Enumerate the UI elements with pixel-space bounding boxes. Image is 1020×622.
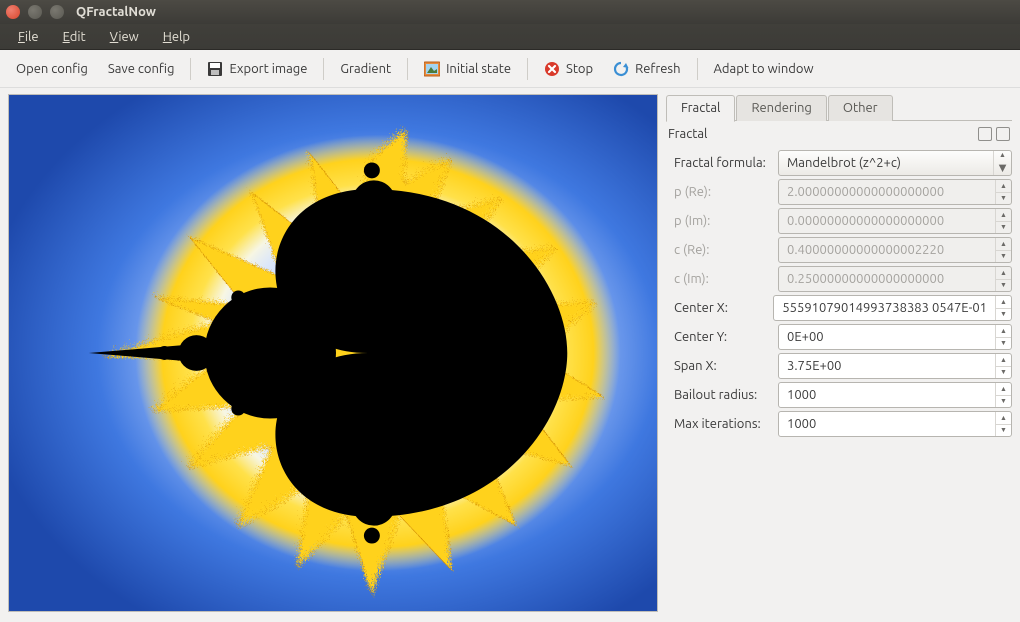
export-image-button[interactable]: Export image [197,55,317,83]
chevron-updown-icon: ▲▼ [993,151,1011,175]
fractal-canvas[interactable] [8,94,658,612]
center-y-input[interactable]: 0E+00 ▲▼ [778,324,1012,350]
refresh-icon [613,61,629,77]
spin-down[interactable]: ▼ [996,425,1011,437]
dock-detach-button[interactable] [978,127,992,141]
p-re-label: p (Re): [666,185,768,199]
save-icon [207,61,223,77]
toolbar: Open config Save config Export image Gra… [0,50,1020,88]
span-x-label: Span X: [666,359,768,373]
center-x-input[interactable]: 55591079014993738383 0547E-01 ▲▼ [773,295,1012,321]
open-config-button[interactable]: Open config [6,56,98,82]
bailout-input[interactable]: 1000 ▲▼ [778,382,1012,408]
center-y-label: Center Y: [666,330,768,344]
fractal-form: Fractal formula: Mandelbrot (z^2+c) ▲▼ p… [666,145,1012,440]
span-x-input[interactable]: 3.75E+00 ▲▼ [778,353,1012,379]
p-re-input: 2.00000000000000000000 ▲▼ [778,179,1012,205]
c-re-label: c (Re): [666,243,768,257]
tab-rendering[interactable]: Rendering [736,95,826,121]
c-im-input: 0.25000000000000000000 ▲▼ [778,266,1012,292]
toolbar-separator [190,58,191,80]
stop-button[interactable]: Stop [534,55,603,83]
toolbar-separator [697,58,698,80]
menu-edit[interactable]: Edit [53,27,96,47]
c-im-label: c (Im): [666,272,768,286]
c-re-input: 0.40000000000000002220 ▲▼ [778,237,1012,263]
tab-fractal[interactable]: Fractal [666,95,735,122]
spin-down[interactable]: ▼ [996,338,1011,350]
menu-help[interactable]: Help [153,27,200,47]
maxiter-input[interactable]: 1000 ▲▼ [778,411,1012,437]
section-header: Fractal [666,121,1012,145]
formula-label: Fractal formula: [666,156,768,170]
p-im-label: p (Im): [666,214,768,228]
spin-down[interactable]: ▼ [996,367,1011,379]
window-minimize-button[interactable] [28,5,42,19]
dock-close-button[interactable] [996,127,1010,141]
formula-select[interactable]: Mandelbrot (z^2+c) ▲▼ [778,150,1012,176]
panel-tabs: Fractal Rendering Other [666,94,1012,121]
toolbar-separator [407,58,408,80]
window-title: QFractalNow [76,5,156,19]
side-panel: Fractal Rendering Other Fractal Fractal … [666,94,1012,612]
menu-file[interactable]: File [8,27,49,47]
spin-up[interactable]: ▲ [996,412,1011,425]
spin-down[interactable]: ▼ [996,309,1011,321]
save-config-button[interactable]: Save config [98,56,185,82]
bailout-label: Bailout radius: [666,388,768,402]
initial-state-button[interactable]: Initial state [414,55,521,83]
tab-other[interactable]: Other [828,95,893,121]
window-close-button[interactable] [6,5,20,19]
p-im-input: 0.00000000000000000000 ▲▼ [778,208,1012,234]
menubar: File Edit View Help [0,24,1020,50]
refresh-button[interactable]: Refresh [603,55,690,83]
center-x-label: Center X: [666,301,763,315]
spin-down[interactable]: ▼ [996,396,1011,408]
mandelbrot-render [9,95,657,611]
spin-up[interactable]: ▲ [996,296,1011,309]
stop-icon [544,61,560,77]
image-icon [424,61,440,77]
spin-up[interactable]: ▲ [996,383,1011,396]
toolbar-separator [527,58,528,80]
titlebar: QFractalNow [0,0,1020,24]
window-maximize-button[interactable] [50,5,64,19]
section-title: Fractal [668,127,707,141]
content-area: Fractal Rendering Other Fractal Fractal … [0,88,1020,622]
menu-view[interactable]: View [100,27,149,47]
maxiter-label: Max iterations: [666,417,768,431]
gradient-button[interactable]: Gradient [330,56,401,82]
spin-up[interactable]: ▲ [996,325,1011,338]
adapt-to-window-button[interactable]: Adapt to window [704,56,824,82]
toolbar-separator [323,58,324,80]
spin-up[interactable]: ▲ [996,354,1011,367]
